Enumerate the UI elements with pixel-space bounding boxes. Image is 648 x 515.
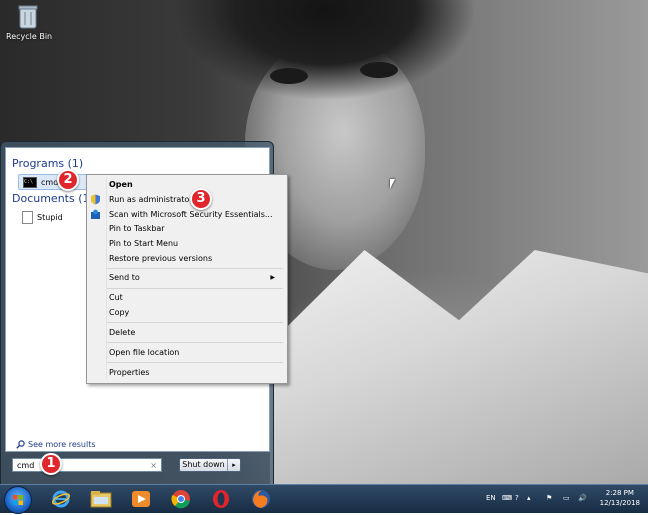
language-indicator[interactable]: EN (486, 494, 496, 502)
program-result-label: cmd (41, 177, 59, 187)
menu-item-send-to[interactable]: Send to ▶ (109, 272, 281, 284)
volume-icon[interactable]: 🔊 (578, 494, 587, 502)
submenu-arrow-icon: ▶ (270, 274, 275, 281)
opera-icon (213, 490, 229, 508)
menu-separator (107, 322, 283, 323)
menu-item-copy[interactable]: Copy (109, 307, 281, 319)
taskbar-media-player[interactable] (124, 487, 158, 511)
search-input[interactable] (17, 460, 137, 470)
search-icon (16, 440, 25, 449)
taskbar-firefox[interactable] (244, 487, 278, 511)
shutdown-button-group: Shut down ▸ (179, 458, 241, 472)
menu-item-open-file-location[interactable]: Open file location (109, 347, 281, 359)
firefox-icon (252, 490, 270, 508)
see-more-results-label: See more results (28, 440, 96, 449)
shutdown-options-arrow[interactable]: ▸ (228, 459, 240, 471)
wallpaper-eye-right (360, 62, 398, 78)
keyboard-icon[interactable]: ⌨ (502, 494, 512, 502)
tray-overflow-icon[interactable]: ▴ (527, 494, 531, 502)
menu-separator (107, 268, 283, 269)
step-badge-3: 3 (190, 188, 212, 210)
programs-header[interactable]: Programs (1) (12, 157, 83, 170)
context-menu-gutter (106, 177, 107, 379)
clear-search-icon[interactable]: × (150, 461, 157, 470)
document-icon (22, 210, 33, 224)
internet-explorer-icon (51, 490, 71, 508)
chrome-icon (171, 490, 190, 509)
taskbar-file-explorer[interactable] (84, 487, 118, 511)
document-result-stupid[interactable]: Stupid (22, 210, 63, 224)
recycle-bin[interactable]: Recycle Bin (6, 4, 53, 41)
menu-separator (107, 362, 283, 363)
menu-item-pin-to-start-menu[interactable]: Pin to Start Menu (109, 238, 281, 250)
uac-shield-icon (91, 194, 100, 205)
menu-item-restore-previous-versions[interactable]: Restore previous versions (109, 253, 281, 265)
taskbar-internet-explorer[interactable] (44, 487, 78, 511)
menu-item-delete[interactable]: Delete (109, 327, 281, 339)
step-badge-1: 1 (40, 453, 62, 475)
clock-time: 2:28 PM (605, 489, 634, 497)
documents-header[interactable]: Documents (1) (12, 192, 94, 205)
network-icon[interactable]: ▭ (563, 494, 570, 502)
mouse-cursor (390, 179, 395, 189)
menu-item-properties[interactable]: Properties (109, 367, 281, 379)
help-icon[interactable]: ? (515, 494, 519, 502)
start-button[interactable] (4, 486, 32, 514)
media-player-icon (132, 491, 150, 507)
recycle-bin-icon (17, 4, 39, 30)
context-menu: Open Run as administrator Scan with Micr… (86, 174, 288, 384)
menu-separator (107, 288, 283, 289)
menu-item-pin-to-taskbar[interactable]: Pin to Taskbar (109, 223, 281, 235)
shutdown-button[interactable]: Shut down (180, 459, 228, 471)
menu-separator (107, 342, 283, 343)
cmd-icon: C:\ (23, 176, 37, 188)
start-search-box[interactable]: × (12, 458, 162, 472)
taskbar-chrome[interactable] (164, 487, 198, 511)
document-result-label: Stupid (37, 212, 63, 222)
recycle-bin-label: Recycle Bin (6, 32, 53, 41)
taskbar-opera[interactable] (204, 487, 238, 511)
file-explorer-icon (90, 491, 112, 508)
security-essentials-icon (91, 209, 100, 219)
clock-date: 12/13/2018 (599, 499, 640, 507)
action-center-flag-icon[interactable]: ⚑ (546, 494, 552, 502)
send-to-label: Send to (109, 273, 140, 282)
taskbar-clock[interactable]: 2:28 PM 12/13/2018 (600, 488, 640, 508)
menu-item-scan-security-essentials[interactable]: Scan with Microsoft Security Essentials.… (109, 209, 281, 221)
wallpaper-hair (175, 0, 475, 120)
see-more-results-link[interactable]: See more results (16, 440, 96, 449)
menu-item-cut[interactable]: Cut (109, 292, 281, 304)
taskbar: EN ⌨ ? ▴ ⚑ ▭ 🔊 2:28 PM 12/13/2018 (0, 484, 648, 514)
step-badge-2: 2 (57, 169, 79, 191)
wallpaper-eye-left (270, 68, 308, 84)
windows-logo-icon (13, 495, 23, 505)
